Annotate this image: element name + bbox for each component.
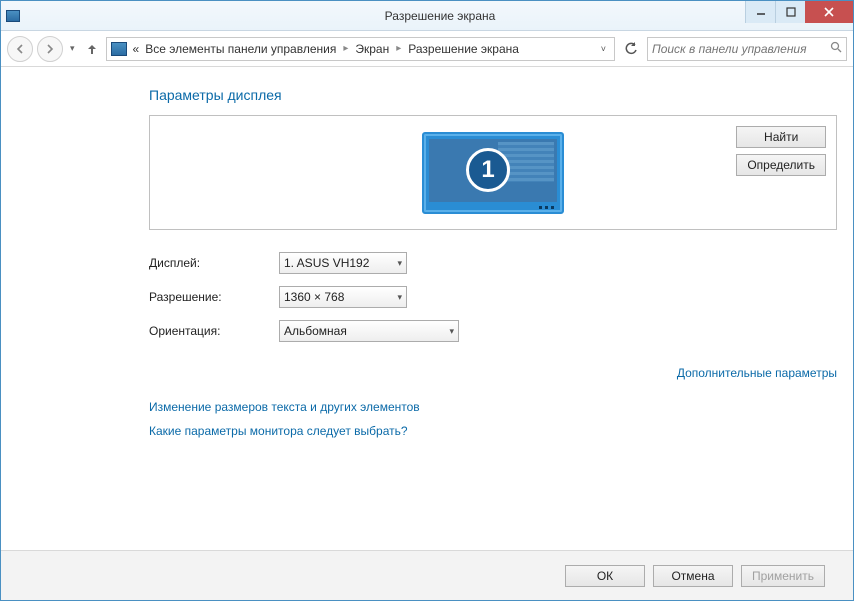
advanced-settings-link[interactable]: Дополнительные параметры	[677, 366, 837, 380]
cancel-button[interactable]: Отмена	[653, 565, 733, 587]
orientation-select[interactable]: Альбомная ▾	[279, 320, 459, 342]
apply-button[interactable]: Применить	[741, 565, 825, 587]
resize-text-link[interactable]: Изменение размеров текста и других элеме…	[149, 400, 837, 414]
window-controls	[745, 1, 853, 23]
breadcrumb-item-display[interactable]: Экран	[353, 40, 391, 58]
minimize-button[interactable]	[745, 1, 775, 23]
close-button[interactable]	[805, 1, 853, 23]
window-title: Разрешение экрана	[27, 9, 853, 23]
monitor-graphic[interactable]: 1	[422, 132, 564, 214]
up-button[interactable]	[82, 39, 102, 59]
dialog-footer: ОК Отмена Применить	[1, 550, 853, 600]
window-frame: Разрешение экрана ▾ « Все элеме	[0, 0, 854, 601]
find-button[interactable]: Найти	[736, 126, 826, 148]
monitor-number: 1	[466, 148, 510, 192]
chevron-down-icon: ▾	[397, 258, 402, 269]
titlebar: Разрешение экрана	[1, 1, 853, 31]
search-box[interactable]	[647, 37, 847, 61]
breadcrumb-prefix: «	[131, 40, 142, 58]
breadcrumb[interactable]: « Все элементы панели управления ▸ Экран…	[106, 37, 615, 61]
resolution-value: 1360 × 768	[284, 290, 344, 304]
chevron-down-icon: ▾	[449, 326, 454, 337]
page-heading: Параметры дисплея	[149, 87, 837, 103]
content-area: Параметры дисплея 1 Найти Определить Дис…	[1, 67, 853, 550]
chevron-down-icon: ▾	[397, 292, 402, 303]
search-icon	[830, 41, 842, 56]
breadcrumb-dropdown[interactable]: ˅	[597, 44, 610, 54]
display-select[interactable]: 1. ASUS VH192 ▾	[279, 252, 407, 274]
address-bar: ▾ « Все элементы панели управления ▸ Экр…	[1, 31, 853, 67]
refresh-icon	[624, 42, 638, 56]
control-panel-icon	[111, 42, 127, 56]
which-monitor-link[interactable]: Какие параметры монитора следует выбрать…	[149, 424, 837, 438]
chevron-right-icon: ▸	[393, 43, 404, 54]
maximize-icon	[786, 7, 796, 17]
refresh-button[interactable]	[619, 37, 643, 61]
identify-button[interactable]: Определить	[736, 154, 826, 176]
orientation-label: Ориентация:	[149, 324, 279, 338]
breadcrumb-item-cpanel[interactable]: Все элементы панели управления	[143, 40, 338, 58]
minimize-icon	[756, 7, 766, 17]
arrow-right-icon	[44, 43, 56, 55]
resolution-select[interactable]: 1360 × 768 ▾	[279, 286, 407, 308]
display-label: Дисплей:	[149, 256, 279, 270]
close-icon	[823, 6, 835, 18]
chevron-right-icon: ▸	[340, 43, 351, 54]
settings-form: Дисплей: 1. ASUS VH192 ▾ Разрешение: 136…	[149, 252, 837, 342]
search-input[interactable]	[652, 42, 830, 56]
display-value: 1. ASUS VH192	[284, 256, 369, 270]
display-preview-box: 1 Найти Определить	[149, 115, 837, 230]
ok-button[interactable]: ОК	[565, 565, 645, 587]
maximize-button[interactable]	[775, 1, 805, 23]
back-button[interactable]	[7, 36, 33, 62]
breadcrumb-item-resolution[interactable]: Разрешение экрана	[406, 40, 521, 58]
history-dropdown[interactable]: ▾	[67, 43, 78, 54]
orientation-value: Альбомная	[284, 324, 347, 338]
resolution-label: Разрешение:	[149, 290, 279, 304]
arrow-left-icon	[14, 43, 26, 55]
forward-button[interactable]	[37, 36, 63, 62]
arrow-up-icon	[85, 42, 99, 56]
app-icon	[1, 10, 27, 22]
